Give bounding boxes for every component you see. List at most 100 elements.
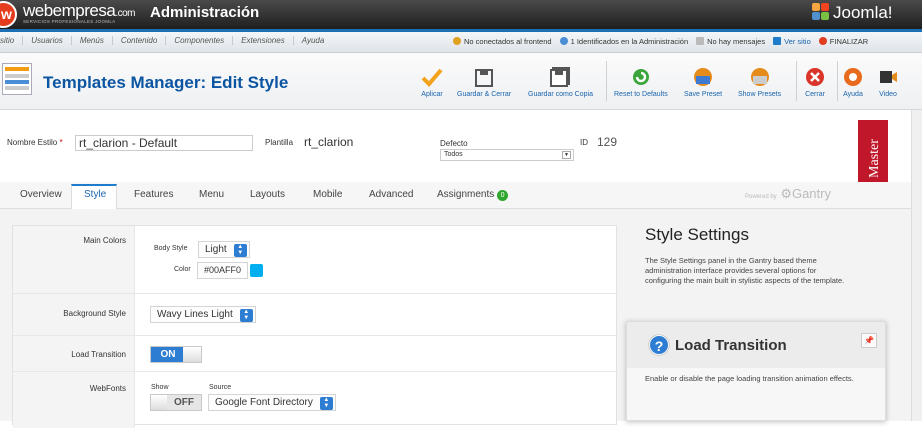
template-value: rt_clarion	[304, 135, 354, 149]
color-swatch[interactable]	[250, 264, 263, 277]
toolbar-separator	[606, 61, 607, 101]
users-icon	[453, 37, 461, 45]
load-transition-row: Load Transition ON	[13, 336, 618, 372]
admin-topbar: w webempresa.com SERVICIOS PROFESIONALES…	[0, 0, 922, 29]
pin-icon[interactable]: 📌	[861, 333, 877, 348]
row-label-cell: WebFonts	[13, 372, 135, 428]
background-style-select[interactable]: Wavy Lines Light ▲ ▼	[150, 306, 256, 323]
brand-subtitle: SERVICIOS PROFESIONALES JOOMLA	[23, 19, 116, 24]
webfonts-source-value: Google Font Directory	[215, 397, 313, 408]
brand-name: webempresa.com	[23, 1, 135, 20]
id-label: ID	[580, 138, 588, 147]
menu-item-menus[interactable]: Menús	[72, 36, 113, 45]
save-preset-icon	[694, 68, 713, 86]
default-select[interactable]: Todos ▼	[440, 149, 574, 161]
show-label: Show	[151, 384, 169, 391]
webfonts-label: WebFonts	[89, 384, 126, 393]
toolbar-separator	[837, 61, 838, 101]
save-icon	[475, 69, 494, 87]
menu-item-extensions[interactable]: Extensiones	[233, 36, 294, 45]
style-name-input[interactable]: rt_clarion - Default	[75, 135, 253, 151]
chevron-down-icon: ▼	[562, 151, 571, 159]
help-button[interactable]: Ayuda	[843, 63, 863, 98]
main-colors-row: Main Colors Body Style Light ▲ ▼ Color #00…	[13, 226, 618, 294]
view-site-link[interactable]: Ver sitio	[773, 37, 811, 46]
presets-icon	[750, 68, 769, 86]
gear-icon: ⚙	[780, 186, 792, 201]
admin-status: 1 Identificados en la Administración	[559, 37, 688, 46]
admin-menubar: sitio Usuarios Menús Contenido Component…	[0, 29, 922, 53]
default-label: Defecto	[440, 139, 468, 148]
save-preset-button[interactable]: Save Preset	[684, 63, 722, 98]
users-icon	[559, 37, 568, 45]
save-copy-label: Guardar como Copia	[528, 91, 593, 98]
question-icon: ?	[649, 335, 669, 355]
page-scrollbar[interactable]	[911, 110, 922, 421]
source-label: Source	[209, 384, 232, 391]
main-colors-label: Main Colors	[83, 236, 126, 245]
help-box-title: Load Transition	[675, 337, 787, 354]
tab-menu[interactable]: Menu	[199, 189, 224, 200]
toggle-off-label: OFF	[167, 395, 201, 410]
load-transition-toggle[interactable]: ON	[150, 346, 202, 363]
toolbar-separator	[796, 61, 797, 101]
joomla-logo: Joomla!	[812, 3, 893, 23]
webfonts-source-select[interactable]: Google Font Directory ▲ ▼	[208, 394, 336, 411]
status-bar: No conectados al frontend 1 Identificado…	[453, 37, 876, 46]
gantry-logo: Powered by ⚙Gantry	[745, 186, 831, 201]
save-close-button[interactable]: Guardar & Cerrar	[457, 63, 511, 98]
assignments-count-badge: 0	[497, 190, 509, 201]
body-style-select[interactable]: Light ▲ ▼	[198, 241, 250, 258]
close-button[interactable]: Cerrar	[805, 63, 825, 98]
apply-label: Aplicar	[421, 91, 443, 98]
tab-advanced[interactable]: Advanced	[369, 189, 413, 200]
menu-item-site[interactable]: sitio	[0, 36, 24, 45]
close-icon	[806, 68, 824, 86]
style-name-label: Nombre Estilo *	[7, 138, 63, 147]
save-preset-label: Save Preset	[684, 91, 723, 98]
help-box-text: Enable or disable the page loading trans…	[645, 374, 854, 383]
tab-layouts[interactable]: Layouts	[250, 189, 285, 200]
updown-arrows-icon: ▲ ▼	[319, 397, 333, 410]
help-label: Ayuda	[843, 91, 863, 98]
show-presets-button[interactable]: Show Presets	[738, 63, 781, 98]
apply-button[interactable]: Aplicar	[421, 63, 443, 98]
check-icon	[421, 68, 443, 87]
monitor-icon	[773, 37, 782, 45]
save-copy-button[interactable]: Guardar como Copia	[528, 63, 593, 98]
style-settings-description: The Style Settings panel in the Gantry b…	[645, 256, 845, 285]
tab-features[interactable]: Features	[134, 189, 173, 200]
tab-style[interactable]: Style	[84, 189, 106, 200]
webempresa-logo-icon[interactable]: w	[0, 1, 17, 28]
reset-defaults-button[interactable]: Reset to Defaults	[614, 63, 668, 98]
toggle-knob	[183, 347, 201, 362]
template-label: Plantilla	[265, 138, 294, 147]
style-settings-title: Style Settings	[645, 225, 749, 244]
background-style-label: Background Style	[63, 309, 126, 318]
row-label-cell: Main Colors	[13, 226, 135, 293]
menu-item-components[interactable]: Componentes	[166, 36, 234, 45]
menu-item-help[interactable]: Ayuda	[294, 36, 333, 45]
show-presets-label: Show Presets	[738, 91, 782, 98]
default-select-value: Todos	[444, 151, 463, 158]
tab-mobile[interactable]: Mobile	[313, 189, 342, 200]
tab-assignments[interactable]: Assignments 0	[437, 189, 509, 201]
settings-tabs: Overview Style Features Menu Layouts Mob…	[0, 182, 922, 210]
webfonts-show-toggle[interactable]: OFF	[150, 394, 202, 411]
row-label-cell: Background Style	[13, 294, 135, 335]
main-menu: sitio Usuarios Menús Contenido Component…	[0, 36, 332, 45]
color-input[interactable]: #00AFF0	[197, 262, 249, 279]
logout-link[interactable]: FINALIZAR	[818, 37, 868, 46]
menu-item-content[interactable]: Contenido	[113, 36, 167, 45]
help-box-header: ? Load Transition 📌	[627, 322, 885, 368]
menu-item-users[interactable]: Usuarios	[23, 36, 72, 45]
admin-title: Administración	[150, 4, 260, 21]
save-close-label: Guardar & Cerrar	[457, 91, 512, 98]
messages-status[interactable]: No hay mensajes	[696, 37, 765, 46]
webfonts-row: WebFonts Show OFF Source Google Font Dir…	[13, 372, 618, 428]
background-style-value: Wavy Lines Light	[157, 309, 233, 320]
video-button[interactable]: Video	[878, 63, 898, 98]
body-style-label: Body Style	[154, 245, 188, 252]
tab-overview[interactable]: Overview	[20, 189, 62, 200]
reset-icon	[632, 69, 649, 85]
